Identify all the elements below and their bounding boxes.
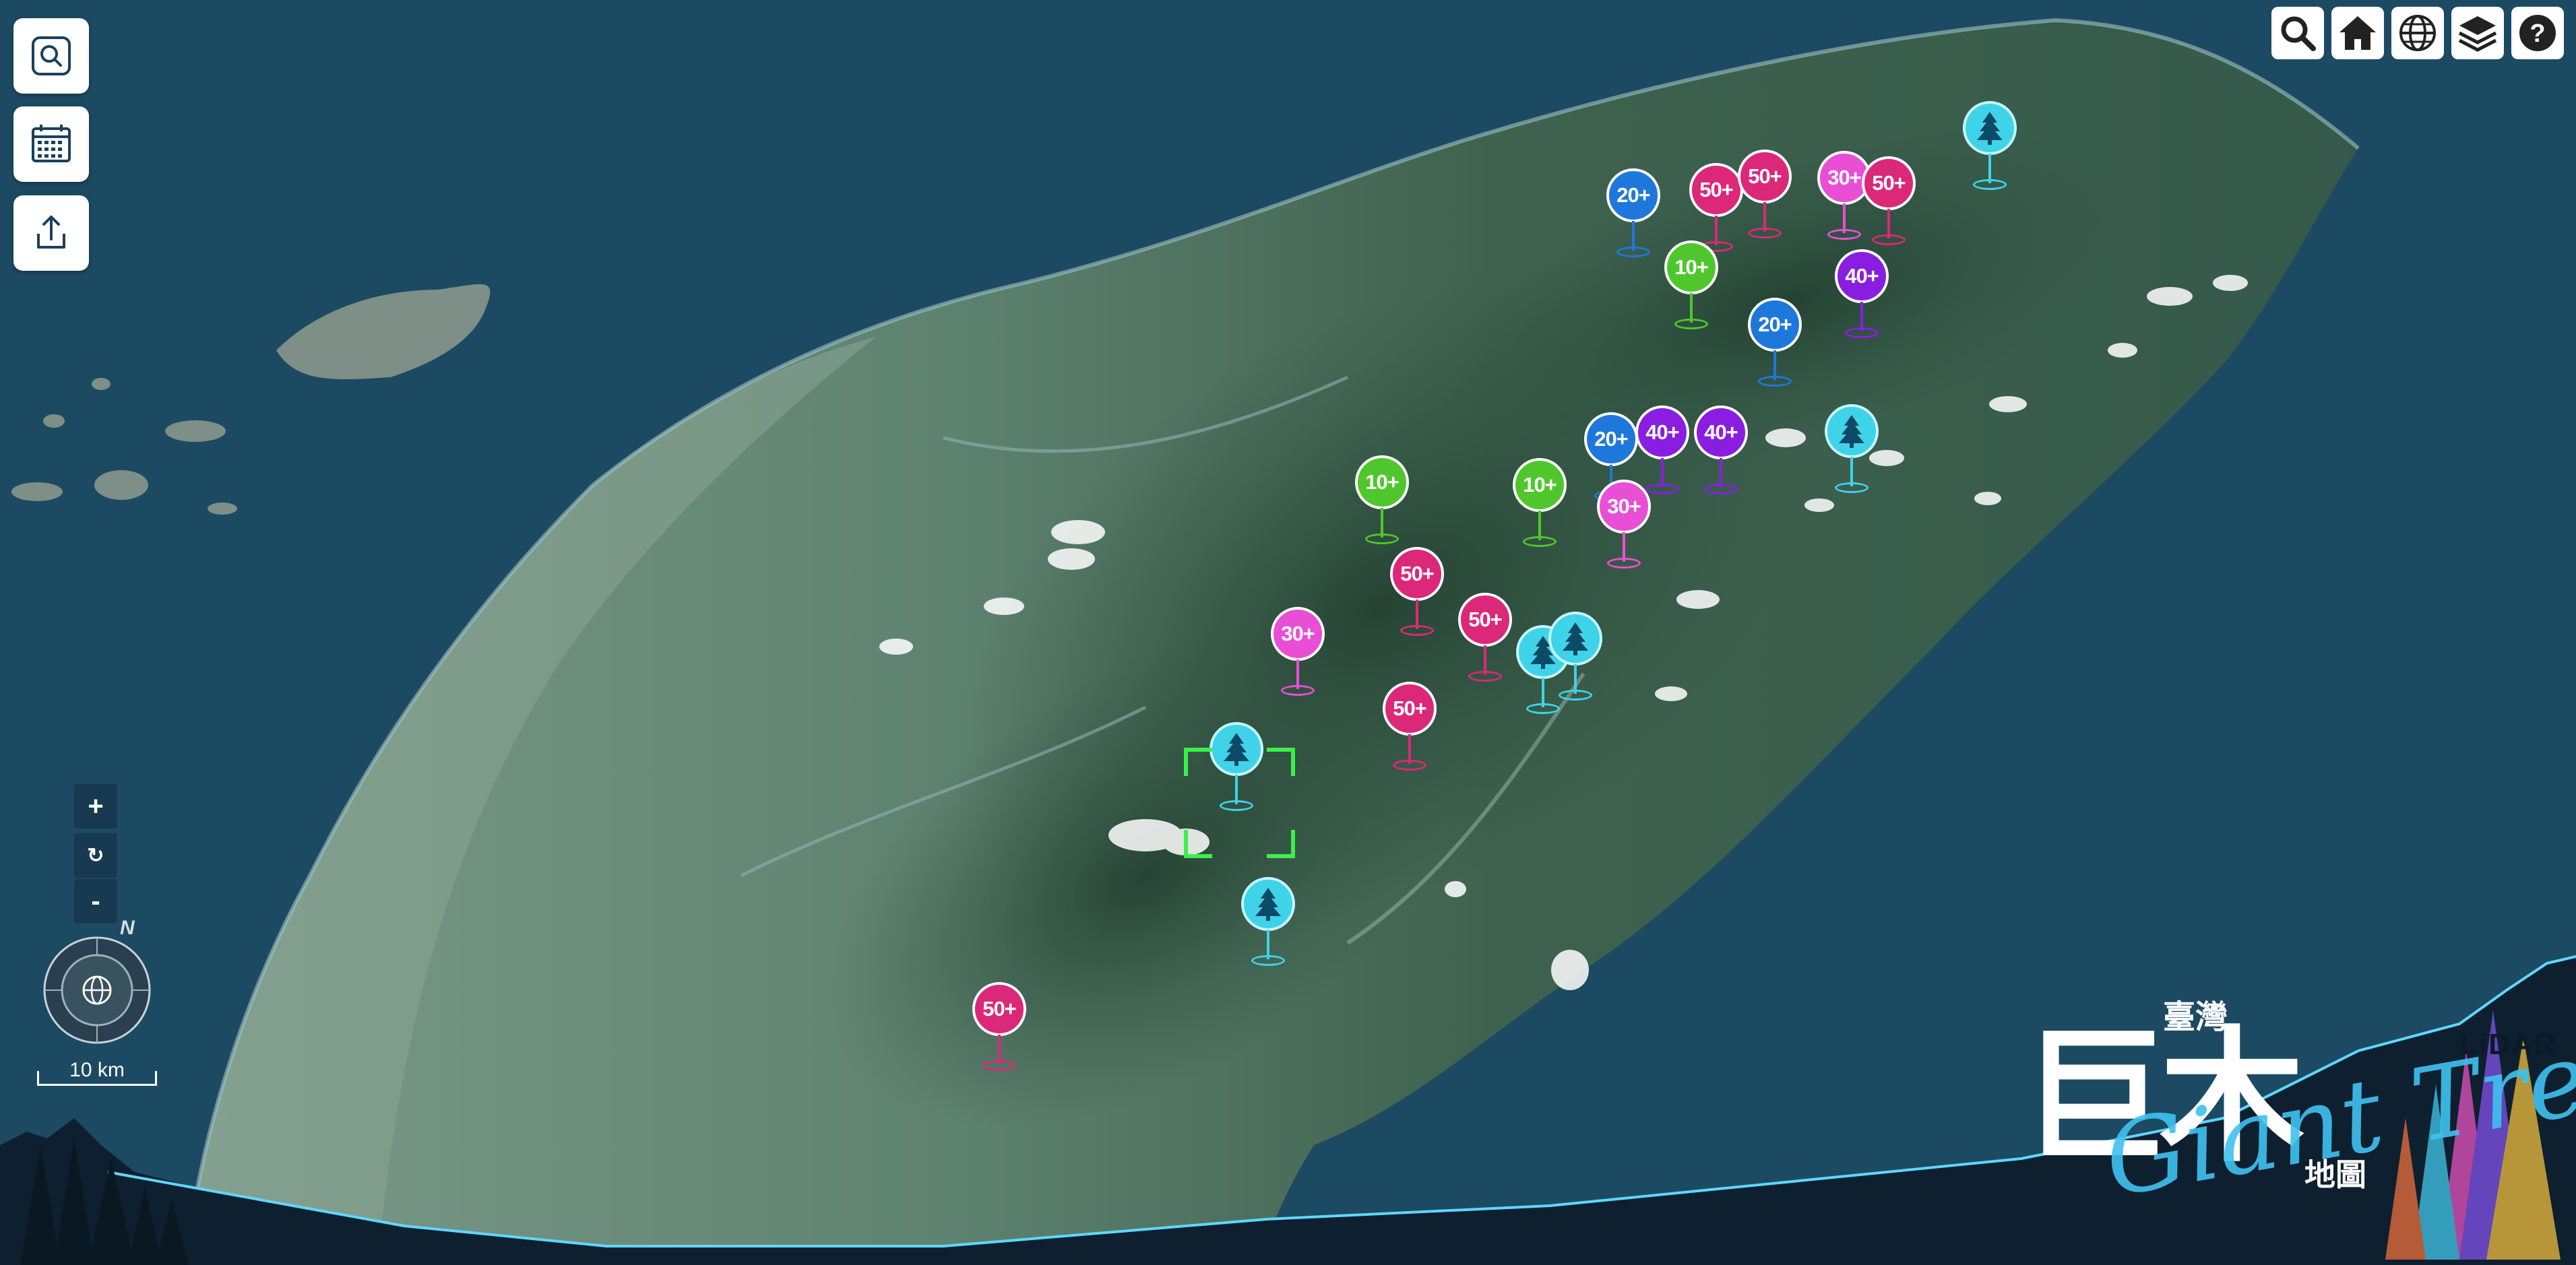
calendar-icon [32,125,71,162]
cluster-marker[interactable]: 20+ [1745,298,1805,392]
search-button[interactable] [2271,7,2324,59]
tree-icon [1255,888,1281,921]
cluster-count: 10+ [1664,240,1718,294]
compass[interactable]: N [38,913,159,1047]
search-frame-button[interactable] [13,18,89,94]
help-button[interactable]: ? [2511,7,2564,59]
cluster-count: 30+ [1597,480,1651,533]
cluster-count: 50+ [1862,156,1916,210]
cluster-marker[interactable]: 20+ [1603,168,1664,263]
cluster-count: 40+ [1694,406,1748,459]
cluster-marker[interactable]: 10+ [1661,240,1722,335]
help-label: ? [2530,20,2545,48]
cluster-count: 50+ [972,982,1026,1036]
tree-icon [1224,733,1249,766]
cluster-count: 20+ [1584,412,1638,466]
zoom-in-label: + [88,791,104,821]
cluster-marker[interactable]: 50+ [1387,547,1447,641]
cluster-count: 30+ [1271,607,1325,661]
share-button[interactable] [13,195,89,271]
cluster-marker[interactable]: 50+ [1734,150,1795,244]
cluster-marker[interactable]: 40+ [1691,406,1751,500]
search-icon [2281,16,2316,51]
app-logo: 臺灣 巨木 地圖 Giant Tree LiDAR [2021,990,2576,1260]
tree-icon [1839,415,1864,448]
cluster-count: 50+ [1458,593,1512,647]
cluster-marker[interactable]: 30+ [1267,607,1328,701]
cluster-count: 50+ [1390,547,1444,601]
cluster-count: 40+ [1635,406,1689,459]
tree-marker[interactable] [1821,404,1882,498]
compass-north-label: N [120,917,135,939]
zoom-reset-label: ↻ [87,844,104,867]
cluster-count: 10+ [1355,455,1409,509]
cluster-count: 20+ [1748,298,1802,352]
layers-icon [2458,16,2497,52]
cluster-count: 10+ [1513,458,1567,512]
cluster-count: 40+ [1835,249,1889,303]
zoom-in-button[interactable]: + [74,784,117,829]
search-frame-icon [32,36,71,75]
home-icon [2339,16,2376,50]
cluster-marker[interactable]: 10+ [1509,458,1570,552]
cluster-count: 50+ [1738,150,1792,203]
globe-icon [2399,15,2436,51]
zoom-out-label: - [91,886,100,916]
zoom-reset-button[interactable]: ↻ [74,833,117,878]
tree-icon [1977,112,2003,145]
cluster-marker[interactable]: 50+ [1858,156,1919,251]
cluster-count: 20+ [1606,168,1660,222]
tree-marker[interactable] [1959,101,2020,195]
cluster-marker[interactable]: 50+ [1379,682,1440,776]
cluster-marker[interactable]: 50+ [1455,593,1515,687]
globe-button[interactable] [2391,7,2444,59]
cluster-marker[interactable]: 50+ [969,982,1030,1076]
help-icon: ? [2519,15,2556,51]
calendar-button[interactable] [13,106,89,182]
tree-marker[interactable] [1545,612,1606,706]
layers-button[interactable] [2451,7,2504,59]
logo-badge-text: LiDAR [2459,1028,2557,1061]
share-icon [37,216,65,249]
cluster-marker[interactable]: 40+ [1831,249,1892,344]
scale-bar [37,1071,157,1086]
tree-marker[interactable] [1238,877,1298,971]
cluster-count: 50+ [1383,682,1437,736]
cluster-marker[interactable]: 10+ [1352,455,1412,550]
home-button[interactable] [2331,7,2384,59]
tree-marker-selected[interactable] [1206,722,1267,816]
tree-icon [1563,622,1588,655]
cluster-marker[interactable]: 30+ [1594,480,1654,574]
